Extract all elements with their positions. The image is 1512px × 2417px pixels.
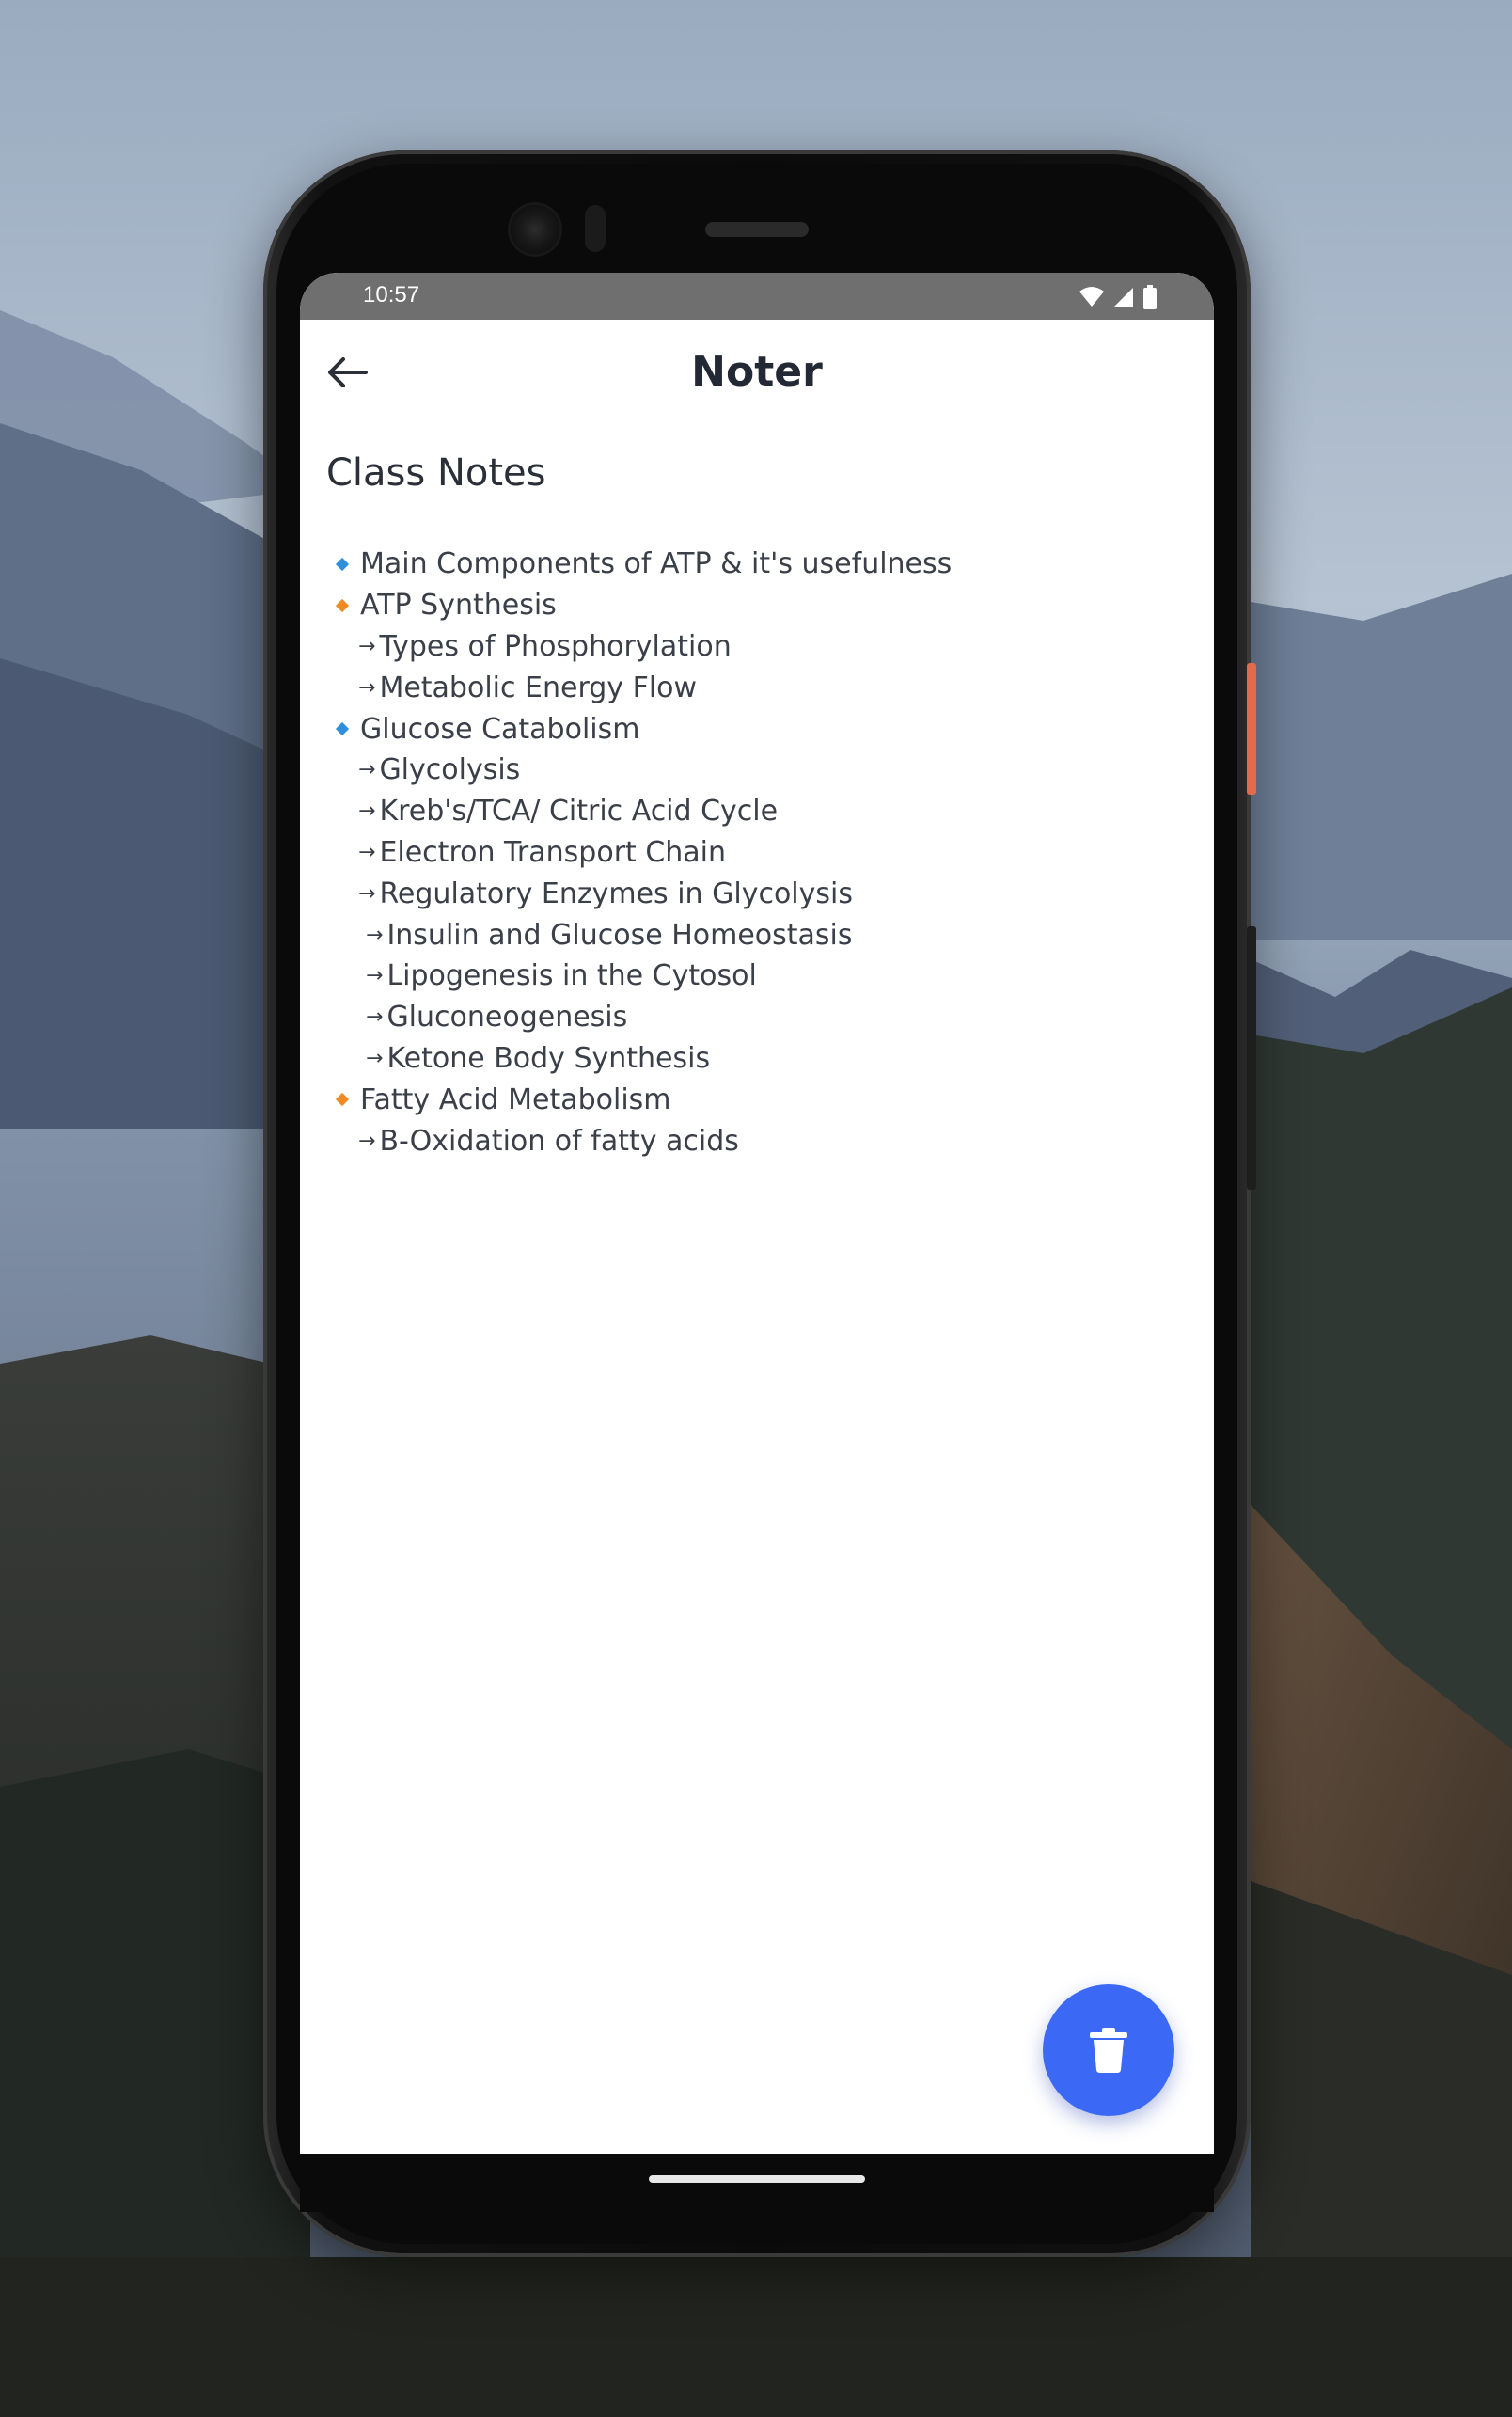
blue-diamond-bullet-icon <box>335 722 350 736</box>
front-camera <box>511 205 559 254</box>
power-button <box>1247 663 1256 795</box>
note-line-text: Insulin and Glucose Homeostasis <box>386 918 853 952</box>
right-arrow-icon: → <box>358 881 376 906</box>
note-line: → Lipogenesis in the Cytosol <box>336 956 1182 997</box>
note-title[interactable]: Class Notes <box>326 451 545 495</box>
note-line-text: Regulatory Enzymes in Glycolysis <box>379 877 853 910</box>
note-line-text: ATP Synthesis <box>360 589 557 623</box>
note-line-text: Electron Transport Chain <box>379 835 727 869</box>
note-line-text: Metabolic Energy Flow <box>379 671 698 704</box>
right-arrow-icon: → <box>358 634 376 658</box>
note-line: → Ketone Body Synthesis <box>336 1038 1182 1080</box>
note-line: → B-Oxidation of fatty acids <box>336 1120 1182 1161</box>
signal-icon <box>1114 288 1133 307</box>
right-arrow-icon: → <box>358 758 376 782</box>
note-line: → Insulin and Glucose Homeostasis <box>336 914 1182 956</box>
note-line: → Kreb's/TCA/ Citric Acid Cycle <box>336 791 1182 832</box>
right-arrow-icon: → <box>366 1046 384 1070</box>
orange-diamond-bullet-icon <box>335 598 350 612</box>
note-body[interactable]: Main Components of ATP & it's usefulness… <box>335 544 1182 1161</box>
status-time: 10:57 <box>363 282 420 308</box>
app-title: Noter <box>691 348 823 396</box>
note-line: Main Components of ATP & it's usefulness <box>335 544 1182 585</box>
delete-note-button[interactable] <box>1043 1984 1174 2116</box>
proximity-sensor <box>585 205 606 252</box>
note-line: → Metabolic Energy Flow <box>336 667 1182 708</box>
right-arrow-icon: → <box>358 1129 376 1153</box>
right-arrow-icon: → <box>366 1005 384 1030</box>
home-indicator[interactable] <box>649 2175 865 2183</box>
right-arrow-icon: → <box>358 840 376 864</box>
right-arrow-icon: → <box>358 799 376 824</box>
wifi-icon <box>1079 287 1104 307</box>
status-icons <box>1079 284 1158 310</box>
orange-diamond-bullet-icon <box>335 1093 350 1107</box>
note-line: → Regulatory Enzymes in Glycolysis <box>336 873 1182 914</box>
note-line: ATP Synthesis <box>335 585 1182 626</box>
right-arrow-icon: → <box>366 923 384 947</box>
note-line-text: Glycolysis <box>379 753 521 787</box>
note-line: → Gluconeogenesis <box>336 997 1182 1038</box>
status-bar: 10:57 <box>300 273 1214 320</box>
battery-icon <box>1143 285 1157 309</box>
app-bar: Noter <box>300 320 1214 423</box>
trash-icon <box>1090 2028 1127 2073</box>
right-arrow-icon: → <box>358 675 376 700</box>
note-line: Glucose Catabolism <box>335 708 1182 750</box>
blue-diamond-bullet-icon <box>335 557 350 571</box>
note-line-text: Glucose Catabolism <box>360 712 640 746</box>
note-line: → Glycolysis <box>336 750 1182 791</box>
note-line-text: Types of Phosphorylation <box>379 629 732 663</box>
volume-button <box>1247 926 1256 1190</box>
note-line-text: Fatty Acid Metabolism <box>360 1082 671 1116</box>
note-line-text: Lipogenesis in the Cytosol <box>386 959 757 993</box>
note-line: → Electron Transport Chain <box>336 832 1182 874</box>
right-arrow-icon: → <box>366 964 384 988</box>
earpiece-speaker <box>705 222 809 237</box>
note-line-text: Gluconeogenesis <box>386 1001 628 1035</box>
note-line-text: B-Oxidation of fatty acids <box>379 1124 739 1158</box>
app-screen: 10:57 Noter Class Notes Main Components <box>300 273 1214 2154</box>
note-line-text: Main Components of ATP & it's usefulness <box>360 547 953 581</box>
note-line-text: Ketone Body Synthesis <box>386 1041 711 1075</box>
note-line: Fatty Acid Metabolism <box>335 1079 1182 1120</box>
note-line-text: Kreb's/TCA/ Citric Acid Cycle <box>379 795 779 829</box>
note-line: → Types of Phosphorylation <box>336 626 1182 668</box>
navigation-bar <box>300 2154 1214 2212</box>
